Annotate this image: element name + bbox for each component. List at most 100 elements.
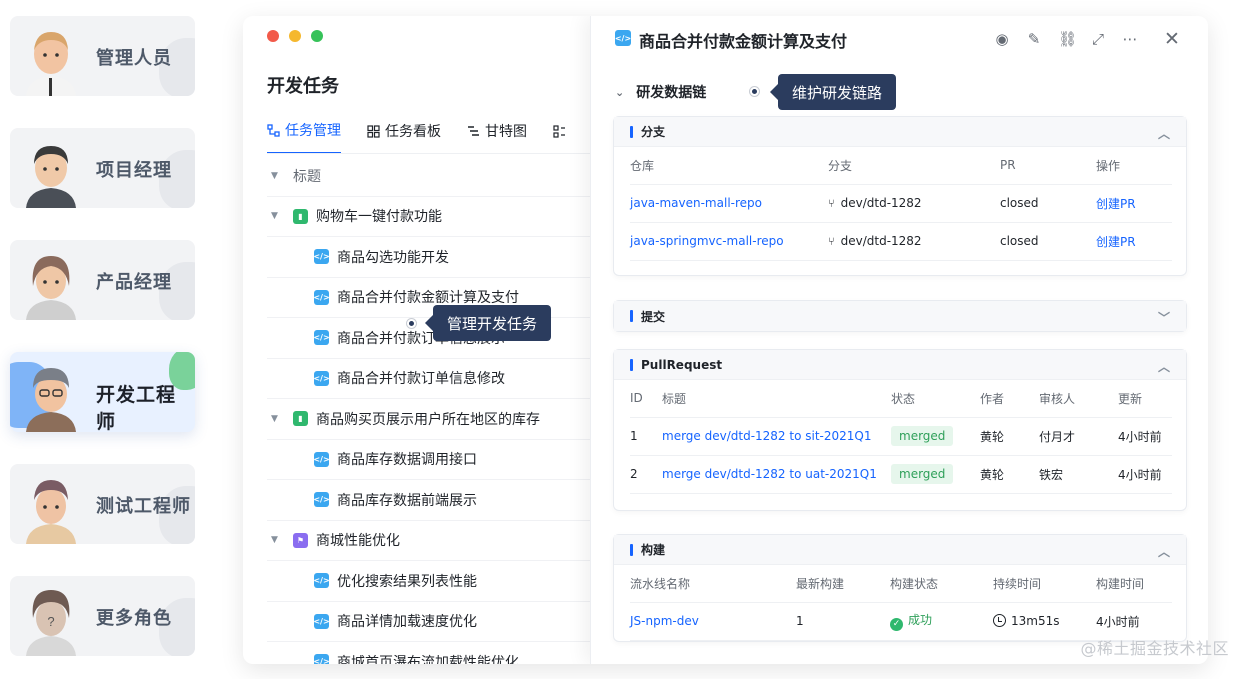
role-card-project-manager[interactable]: 项目经理 xyxy=(10,128,195,208)
tab-label: 任务看板 xyxy=(385,124,441,140)
caret-down-icon[interactable]: ▼ xyxy=(271,171,281,181)
role-card-manager[interactable]: 管理人员 xyxy=(10,16,195,96)
flag-icon: ⚑ xyxy=(293,532,308,548)
card-title: 分支 xyxy=(641,125,666,139)
caret-down-icon[interactable]: ▼ xyxy=(271,211,281,221)
col-header: 标题 xyxy=(662,380,891,418)
tree-row-task[interactable]: </> 商城首页瀑布流加载性能优化 xyxy=(267,642,597,664)
more-icon[interactable]: ⋯ xyxy=(1122,30,1138,48)
tab-task-management[interactable]: 任务管理 xyxy=(267,120,341,154)
repo-link[interactable]: java-maven-mall-repo xyxy=(630,184,828,223)
code-task-icon: </> xyxy=(313,451,330,467)
grid-icon xyxy=(367,124,380,138)
tree-row-task[interactable]: </> 商品详情加载速度优化 xyxy=(267,602,597,642)
role-label: 测试工程师 xyxy=(96,496,191,517)
pr-title-link[interactable]: merge dev/dtd-1282 to uat-2021Q1 xyxy=(662,455,891,494)
code-task-icon: </> xyxy=(313,613,330,629)
close-icon[interactable]: ✕ xyxy=(1164,28,1180,50)
code-task-icon: </> xyxy=(313,654,330,664)
commit-card: 提交 ﹀ xyxy=(613,300,1187,332)
row-label: 商品勾选功能开发 xyxy=(337,249,449,266)
expand-icon[interactable]: ⤢ xyxy=(1090,30,1106,48)
card-header[interactable]: 分支 ︿ xyxy=(614,117,1186,147)
build-status-text: 成功 xyxy=(908,613,933,627)
tab-more[interactable] xyxy=(553,120,571,154)
row-label: 商城性能优化 xyxy=(316,533,400,550)
tree-row-task[interactable]: </> 商品库存数据前端展示 xyxy=(267,480,597,521)
eye-icon[interactable]: ◉ xyxy=(994,30,1010,48)
tab-label: 甘特图 xyxy=(485,124,527,140)
reviewer: 付月才 xyxy=(1039,417,1118,456)
tree-row-story[interactable]: ▼ ▮ 商品购买页展示用户所在地区的库存 xyxy=(267,399,597,440)
caret-down-icon[interactable]: ▼ xyxy=(271,414,281,424)
tab-gantt[interactable]: 甘特图 xyxy=(467,120,527,154)
col-header: 持续时间 xyxy=(993,565,1096,603)
chevron-up-icon[interactable]: ︿ xyxy=(1158,125,1170,142)
avatar-developer xyxy=(26,368,76,432)
tree-header: ▼ 标题 xyxy=(267,156,597,197)
branch-icon: ⑂ xyxy=(828,235,835,248)
chevron-up-icon[interactable]: ︿ xyxy=(1158,543,1170,560)
card-header[interactable]: 提交 ﹀ xyxy=(614,301,1186,331)
role-card-product-manager[interactable]: 产品经理 xyxy=(10,240,195,320)
edit-icon[interactable]: ✎ xyxy=(1026,30,1042,48)
code-task-icon: </> xyxy=(615,30,631,46)
pr-table: ID 标题 状态 作者 审核人 更新 1 merge dev/dtd-1282 … xyxy=(630,380,1172,494)
status-cell: merged xyxy=(891,417,980,456)
col-header: 更新 xyxy=(1118,380,1172,418)
reviewer: 铁宏 xyxy=(1039,455,1118,494)
tab-bar: 任务管理 任务看板 甘特图 xyxy=(267,120,571,154)
row-label: 商品购买页展示用户所在地区的库存 xyxy=(316,411,540,428)
card-header[interactable]: PullRequest ︿ xyxy=(614,350,1186,380)
tree-row-task[interactable]: </> 商品库存数据调用接口 xyxy=(267,440,597,480)
branch-cell: ⑂ dev/dtd-1282 xyxy=(828,184,1000,223)
repo-link[interactable]: java-springmvc-mall-repo xyxy=(630,222,828,261)
tree-row-task[interactable]: </> 商品勾选功能开发 xyxy=(267,237,597,278)
chevron-up-icon[interactable]: ︿ xyxy=(1158,358,1170,375)
tree-row-story[interactable]: ▼ ▮ 购物车一键付款功能 xyxy=(267,197,597,237)
card-title: PullRequest xyxy=(641,357,723,372)
maximize-dot[interactable] xyxy=(311,30,323,42)
col-header: 分支 xyxy=(828,147,1000,185)
pr-state: closed xyxy=(1000,222,1096,261)
minimize-dot[interactable] xyxy=(289,30,301,42)
col-header: 操作 xyxy=(1096,147,1172,185)
col-header: 审核人 xyxy=(1039,380,1118,418)
col-header: 流水线名称 xyxy=(630,565,796,603)
table-row: java-springmvc-mall-repo ⑂ dev/dtd-1282 c… xyxy=(630,222,1172,261)
card-header[interactable]: 构建 ︿ xyxy=(614,535,1186,565)
tree-row-task[interactable]: </> 优化搜索结果列表性能 xyxy=(267,561,597,602)
pr-id: 2 xyxy=(630,455,662,494)
pipeline-link[interactable]: JS-npm-dev xyxy=(630,602,796,641)
row-label: 商品合并付款订单信息修改 xyxy=(337,371,505,388)
col-header: 作者 xyxy=(980,380,1039,418)
link-icon[interactable]: ⛓ xyxy=(1058,30,1077,48)
author: 黄轮 xyxy=(980,455,1039,494)
tab-label: 任务管理 xyxy=(285,123,341,139)
role-card-developer[interactable]: 开发工程师 xyxy=(10,352,195,432)
avatar-mystery: ? xyxy=(26,590,76,656)
chevron-down-icon[interactable]: ﹀ xyxy=(1158,309,1170,326)
table-row: 1 merge dev/dtd-1282 to sit-2021Q1 merge… xyxy=(630,417,1172,456)
section-header[interactable]: ⌄ 研发数据链 xyxy=(615,82,706,102)
tab-task-board[interactable]: 任务看板 xyxy=(367,120,441,154)
tree-row-feature[interactable]: ▼ ⚑ 商城性能优化 xyxy=(267,521,597,561)
role-card-tester[interactable]: 测试工程师 xyxy=(10,464,195,544)
tree-row-task[interactable]: </> 商品合并付款订单信息修改 xyxy=(267,359,597,399)
tree-icon xyxy=(267,123,280,137)
caret-down-icon[interactable]: ▼ xyxy=(271,535,281,545)
col-header: 状态 xyxy=(891,380,980,418)
panel-actions: ◉ ✎ ⛓ ⤢ ⋯ ✕ xyxy=(994,28,1180,50)
tooltip-anchor-dot xyxy=(750,87,759,96)
chevron-down-icon[interactable]: ⌄ xyxy=(615,86,624,99)
close-dot[interactable] xyxy=(267,30,279,42)
role-label: 产品经理 xyxy=(96,272,172,293)
role-card-more[interactable]: ? 更多角色 xyxy=(10,576,195,656)
author: 黄轮 xyxy=(980,417,1039,456)
pr-title-link[interactable]: merge dev/dtd-1282 to sit-2021Q1 xyxy=(662,417,891,456)
table-row: 2 merge dev/dtd-1282 to uat-2021Q1 merge… xyxy=(630,455,1172,494)
create-pr-link[interactable]: 创建PR xyxy=(1096,222,1172,261)
card-title: 构建 xyxy=(641,543,666,557)
create-pr-link[interactable]: 创建PR xyxy=(1096,184,1172,223)
